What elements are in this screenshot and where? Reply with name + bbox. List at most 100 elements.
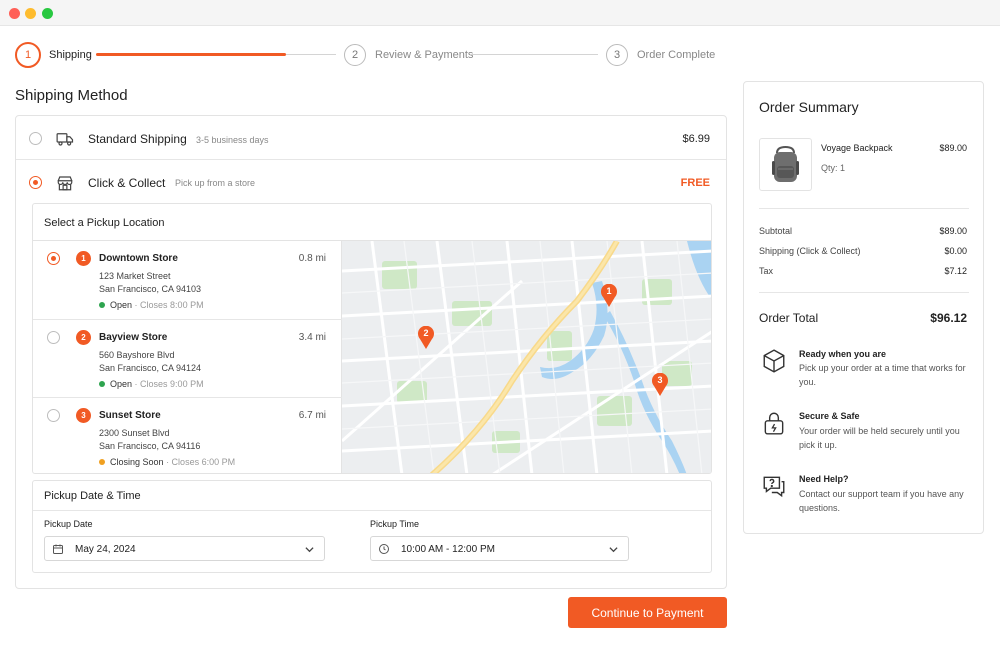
click-collect-detail: Pick up from a store [175,178,256,188]
standard-shipping-name: Standard Shipping [88,132,187,146]
store-status: Open · Closes 8:00 PM [110,300,204,310]
store-distance: 3.4 mi [298,332,326,343]
chevron-down-icon [609,547,618,553]
step-3-indicator: 3 [606,44,628,66]
step-1-indicator: 1 [15,42,41,68]
step-1-label: Shipping [49,49,92,61]
order-summary-panel: Order Summary Voyage Backpack Qty: 1 $89… [743,81,984,534]
store-number-badge: 2 [76,330,91,345]
store-name: Sunset Store [99,410,161,421]
store-item-downtown[interactable]: 1 Downtown Store 0.8 mi 123 Market Stree… [33,241,342,320]
info-secure-title: Secure & Safe [799,411,860,421]
subtotal-value: $89.00 [939,226,967,236]
map-pin-label: 1 [606,286,612,296]
pickup-location-panel: Select a Pickup Location 1 Downtown Stor… [32,203,712,474]
store-number-badge: 3 [76,408,91,423]
store-address-line1: 560 Bayshore Blvd [99,350,175,360]
standard-shipping-price: $6.99 [682,133,710,145]
map-pin-2[interactable]: 2 [417,325,435,355]
tax-value: $7.12 [944,266,967,276]
click-collect-name: Click & Collect [88,176,166,190]
store-list: 1 Downtown Store 0.8 mi 123 Market Stree… [33,241,342,473]
step-2-indicator: 2 [344,44,366,66]
info-ready-text: Pick up your order at a time that works … [799,363,966,387]
store-item-sunset[interactable]: 3 Sunset Store 6.7 mi 2300 Sunset Blvd S… [33,398,342,473]
info-secure-text: Your order will be held securely until y… [799,426,960,450]
step-progress-bar [96,53,286,56]
status-dot [99,459,105,465]
continue-to-payment-button[interactable]: Continue to Payment [568,597,727,628]
status-dot [99,302,105,308]
store-status: Closing Soon · Closes 6:00 PM [110,457,236,467]
downtown-store-radio[interactable] [47,252,60,265]
pickup-time-label: Pickup Time [370,519,420,529]
order-total-label: Order Total [759,311,819,325]
store-address-line2: San Francisco, CA 94124 [99,363,202,373]
map-pin-3[interactable]: 3 [651,372,669,402]
pickup-time-select[interactable]: 10:00 AM - 12:00 PM [370,536,629,561]
store-name: Downtown Store [99,253,178,264]
shipping-method-panel: Standard Shipping 3-5 business days $6.9… [15,115,727,589]
store-item-bayview[interactable]: 2 Bayview Store 3.4 mi 560 Bayshore Blvd… [33,320,342,398]
map-pin-1[interactable]: 1 [600,283,618,313]
backpack-icon [772,145,799,182]
info-help-text: Contact our support team if you have any… [799,489,964,513]
map-canvas [342,241,711,473]
store-name: Bayview Store [99,332,168,343]
product-quantity: Qty: 1 [821,163,846,173]
box-icon [763,349,785,373]
shipping-cost-value: $0.00 [944,246,967,256]
store-distance: 6.7 mi [298,410,326,421]
order-total-value: $96.12 [930,311,967,325]
window-close-button[interactable] [9,8,20,19]
product-price: $89.00 [939,143,967,153]
window-maximize-button[interactable] [42,8,53,19]
pickup-date-select[interactable]: May 24, 2024 [44,536,325,561]
store-address-line2: San Francisco, CA 94103 [99,284,202,294]
pickup-date-value: May 24, 2024 [75,544,136,555]
store-address-line1: 2300 Sunset Blvd [99,428,170,438]
store-distance: 0.8 mi [298,253,326,264]
info-help-title: Need Help? [799,474,849,484]
divider [759,208,969,209]
lock-icon [764,412,784,435]
map-pin-label: 2 [423,328,429,338]
shipping-method-title: Shipping Method [15,87,128,104]
tax-label: Tax [759,266,774,276]
shipping-option-standard[interactable]: Standard Shipping 3-5 business days $6.9… [16,116,726,160]
pickup-location-title: Select a Pickup Location [33,204,711,241]
store-address-line1: 123 Market Street [99,271,171,281]
chat-help-icon [763,476,785,498]
status-dot [99,381,105,387]
store-number-badge: 1 [76,251,91,266]
product-name: Voyage Backpack [821,143,893,153]
sunset-store-radio[interactable] [47,409,60,422]
shipping-cost-label: Shipping (Click & Collect) [759,246,861,256]
map-pin-label: 3 [657,375,663,385]
window-minimize-button[interactable] [25,8,36,19]
divider [759,292,969,293]
bayview-store-radio[interactable] [47,331,60,344]
store-map[interactable]: 1 2 3 [342,241,711,473]
pickup-date-label: Pickup Date [44,519,93,529]
shipping-option-click-collect[interactable]: Click & Collect Pick up from a store FRE… [16,161,726,205]
store-icon [57,176,73,191]
calendar-icon [53,544,63,554]
step-2-label: Review & Payments [375,49,474,61]
pickup-datetime-panel: Pickup Date & Time Pickup Date May 24, 2… [32,480,712,573]
standard-shipping-radio[interactable] [29,132,42,145]
subtotal-label: Subtotal [759,226,793,236]
pickup-time-value: 10:00 AM - 12:00 PM [401,544,495,555]
truck-icon [56,133,74,146]
standard-shipping-detail: 3-5 business days [196,135,269,145]
step-2-track [470,54,598,55]
clock-icon [379,544,389,554]
info-ready-title: Ready when you are [799,349,887,359]
store-status: Open · Closes 9:00 PM [110,379,204,389]
chevron-down-icon [305,547,314,553]
step-3-label: Order Complete [637,49,716,61]
product-thumbnail [759,138,812,191]
window-titlebar [0,0,1000,26]
click-collect-radio[interactable] [29,176,42,189]
store-address-line2: San Francisco, CA 94116 [99,441,201,451]
